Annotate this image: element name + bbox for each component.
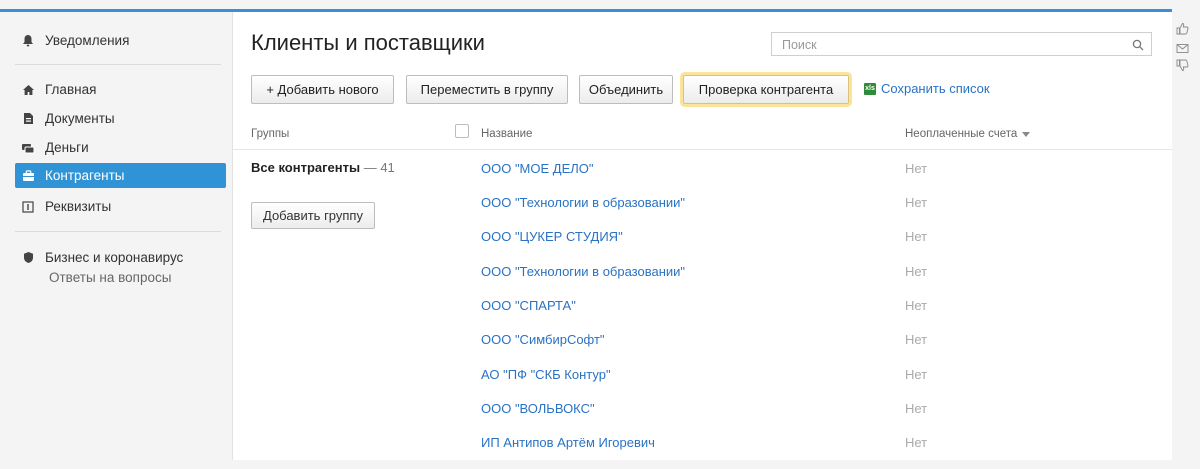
sidebar-item-label: Уведомления — [45, 33, 130, 48]
sidebar-item-label: Бизнес и коронавирус — [45, 250, 184, 265]
sidebar-item-counterparties[interactable]: Контрагенты — [15, 163, 226, 188]
table-row: ООО "СПАРТА" Нет — [233, 298, 1173, 332]
table-row: ООО "МОЕ ДЕЛО" Нет — [233, 161, 1173, 195]
table-row: ООО "ЦУКЕР СТУДИЯ" Нет — [233, 229, 1173, 263]
counterparty-link[interactable]: ООО "ВОЛЬВОКС" — [481, 401, 595, 416]
add-new-button[interactable]: + Добавить нового — [251, 75, 394, 104]
column-header-name[interactable]: Название — [481, 128, 532, 140]
sidebar-item-label: Контрагенты — [45, 168, 125, 183]
search-box[interactable] — [771, 32, 1152, 56]
document-icon — [15, 112, 41, 125]
sidebar-item-label: Деньги — [45, 140, 89, 155]
bell-icon — [15, 34, 41, 47]
sidebar-item-money[interactable]: Деньги — [15, 135, 226, 160]
header-divider — [233, 149, 1173, 150]
unpaid-value: Нет — [905, 332, 928, 347]
unpaid-value: Нет — [905, 195, 928, 210]
excel-icon: xls — [864, 82, 876, 95]
sidebar-item-home[interactable]: Главная — [15, 77, 226, 102]
details-icon — [15, 200, 41, 213]
table-row: ООО "СимбирСофт" Нет — [233, 332, 1173, 366]
counterparty-link[interactable]: ООО "МОЕ ДЕЛО" — [481, 161, 594, 176]
unpaid-value: Нет — [905, 161, 928, 176]
sidebar-item-label: Документы — [45, 111, 115, 126]
table-row: АО "ПФ "СКБ Контур" Нет — [233, 367, 1173, 401]
select-all-checkbox[interactable] — [455, 124, 469, 138]
search-icon[interactable] — [1132, 38, 1144, 56]
sidebar-item-requisites[interactable]: Реквизиты — [15, 194, 226, 219]
save-list-link[interactable]: xls Сохранить список — [864, 81, 990, 96]
faq-link[interactable]: Ответы на вопросы — [49, 270, 171, 285]
save-list-label: Сохранить список — [881, 81, 990, 96]
column-header-unpaid[interactable]: Неоплаченные счета — [905, 128, 1031, 140]
counterparty-link[interactable]: ООО "Технологии в образовании" — [481, 195, 685, 210]
unpaid-value: Нет — [905, 298, 928, 313]
unpaid-value: Нет — [905, 401, 928, 416]
briefcase-icon — [15, 169, 41, 182]
table-row: ООО "Технологии в образовании" Нет — [233, 195, 1173, 229]
money-icon — [15, 142, 41, 154]
search-input[interactable] — [780, 34, 1124, 56]
merge-button[interactable]: Объединить — [579, 75, 673, 104]
unpaid-value: Нет — [905, 367, 928, 382]
counterparty-link[interactable]: ИП Антипов Артём Игоревич — [481, 435, 655, 450]
table-row: ИП Антипов Артём Игоревич Нет — [233, 435, 1173, 469]
unpaid-value: Нет — [905, 264, 928, 279]
thumbs-down-icon[interactable] — [1176, 59, 1189, 77]
home-icon — [15, 84, 41, 96]
sidebar-item-label: Главная — [45, 82, 97, 97]
sidebar-item-notifications[interactable]: Уведомления — [15, 28, 226, 53]
counterparty-link[interactable]: ООО "СПАРТА" — [481, 298, 576, 313]
sidebar-item-business-covid[interactable]: Бизнес и коронавирус — [15, 245, 226, 270]
sidebar-divider — [15, 231, 221, 232]
shield-icon — [15, 251, 41, 264]
counterparty-link[interactable]: ООО "ЦУКЕР СТУДИЯ" — [481, 229, 623, 244]
column-header-groups: Группы — [251, 128, 290, 140]
sidebar: Уведомления Главная Документы Деньги Кон… — [0, 12, 232, 460]
table-row: ООО "ВОЛЬВОКС" Нет — [233, 401, 1173, 435]
sidebar-divider — [15, 64, 221, 65]
unpaid-value: Нет — [905, 435, 928, 450]
sidebar-item-documents[interactable]: Документы — [15, 106, 226, 131]
page-title: Клиенты и поставщики — [251, 30, 485, 55]
check-counterparty-button[interactable]: Проверка контрагента — [683, 75, 849, 104]
unpaid-value: Нет — [905, 229, 928, 244]
thumbs-up-icon[interactable] — [1176, 22, 1189, 40]
main-content: Клиенты и поставщики + Добавить нового П… — [232, 12, 1173, 460]
column-header-unpaid-label: Неоплаченные счета — [905, 128, 1018, 140]
mail-icon[interactable] — [1176, 41, 1189, 59]
counterparty-link[interactable]: ООО "СимбирСофт" — [481, 332, 605, 347]
counterparty-link[interactable]: ООО "Технологии в образовании" — [481, 264, 685, 279]
table-row: ООО "Технологии в образовании" Нет — [233, 264, 1173, 298]
move-to-group-button[interactable]: Переместить в группу — [406, 75, 568, 104]
sort-down-icon — [1022, 128, 1031, 140]
counterparty-link[interactable]: АО "ПФ "СКБ Контур" — [481, 367, 611, 382]
sidebar-item-label: Реквизиты — [45, 199, 112, 214]
